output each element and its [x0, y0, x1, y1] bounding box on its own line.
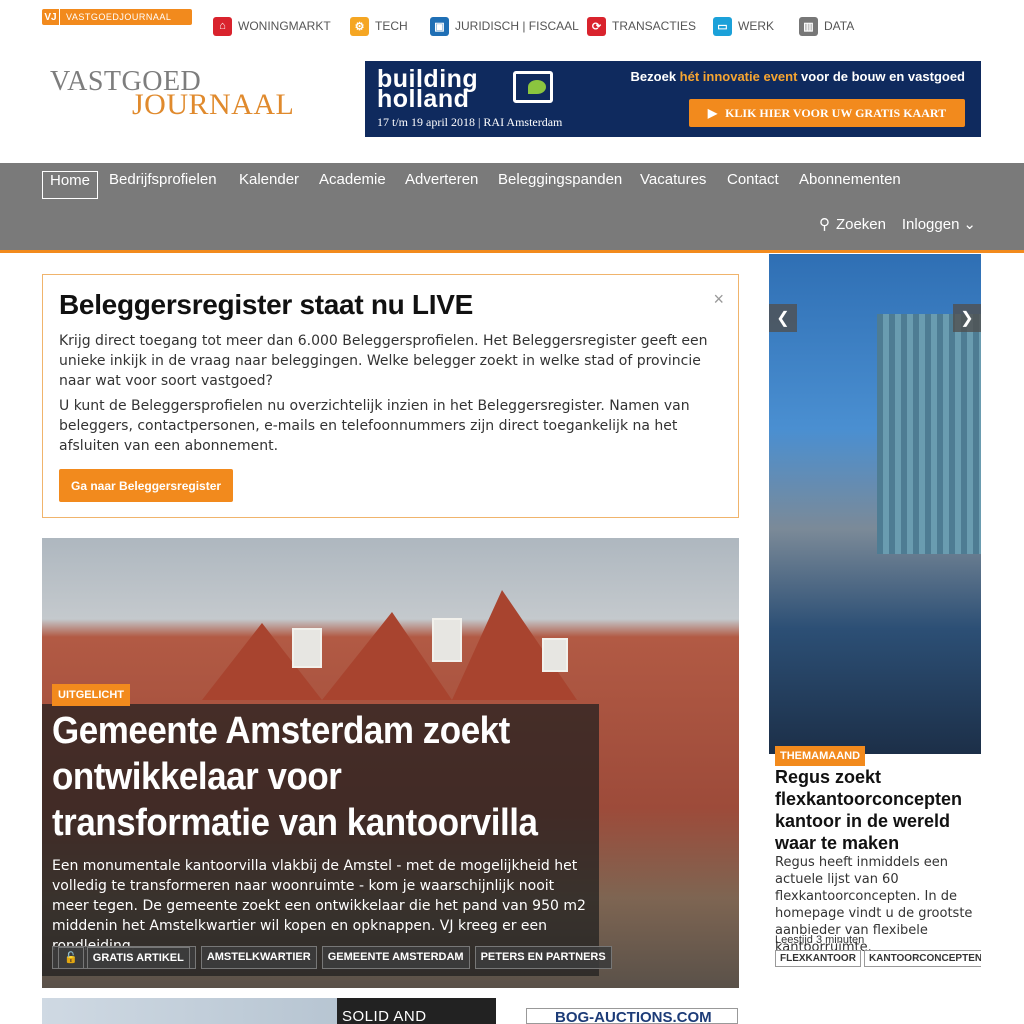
hero-image-window [542, 638, 568, 672]
nav-adverteren[interactable]: Adverteren [398, 171, 485, 199]
tag-gemeente-amsterdam[interactable]: GEMEENTE AMSTERDAM [321, 946, 470, 969]
chevron-left-icon[interactable]: ❮ [769, 304, 797, 332]
category-tech[interactable]: ⚙ TECH [350, 15, 408, 37]
category-label: TRANSACTIES [612, 19, 697, 33]
search-icon: ⚲ [818, 216, 830, 233]
gear-icon: ⚙ [350, 16, 369, 36]
category-woningmarkt[interactable]: ⌂ WONINGMARKT [213, 15, 331, 37]
category-label: JURIDISCH | FISCAAL [455, 19, 579, 33]
category-label: WERK [738, 19, 774, 33]
chevron-down-icon: ⌄ [963, 216, 976, 233]
slider-tag-list: FLEXKANTOOR KANTOORCONCEPTEN [775, 950, 981, 967]
category-label: WONINGMARKT [238, 19, 331, 33]
vj-label: VASTGOEDJOURNAAL [66, 12, 172, 22]
banner-ad[interactable]: building holland 17 t/m 19 april 2018 | … [365, 61, 981, 137]
tag-flexkantoor[interactable]: FLEXKANTOOR [775, 950, 861, 967]
category-juridisch-fiscaal[interactable]: ▣ JURIDISCH | FISCAAL [430, 15, 579, 37]
category-label: DATA [824, 19, 855, 33]
hero-image-roof [202, 590, 577, 700]
beleggersregister-notice: × Beleggersregister staat nu LIVE Krijg … [42, 274, 739, 518]
house-icon: ⌂ [213, 16, 232, 36]
featured-tag[interactable]: UITGELICHT [52, 684, 130, 706]
category-data[interactable]: ▥ DATA [799, 15, 854, 37]
logo-line-2: JOURNAAL [132, 88, 295, 121]
notice-paragraph: U kunt de Beleggersprofielen nu overzich… [59, 398, 690, 454]
teaser-title: SOLID AND INSPIRED [342, 1008, 427, 1024]
banner-tagline: Bezoek hét innovatie event voor de bouw … [630, 69, 965, 84]
category-label: TECH [375, 19, 408, 33]
teaser-solid-and-inspired[interactable]: SOLID AND INSPIRED [42, 998, 496, 1024]
tag-amstelkwartier[interactable]: AMSTELKWARTIER [200, 946, 317, 969]
notice-paragraph: Krijg direct toegang tot meer dan 6.000 … [59, 333, 708, 389]
tag-peters-en-partners[interactable]: PETERS EN PARTNERS [474, 946, 612, 969]
main-navigation: Home Bedrijfsprofielen Kalender Academie… [0, 163, 1024, 253]
teaser-title: BOG-AUCTIONS.COM [555, 1009, 712, 1024]
nav-vacatures[interactable]: Vacatures [633, 171, 713, 199]
nav-home[interactable]: Home [42, 171, 99, 199]
hero-image-window [432, 618, 462, 662]
chevron-right-icon: ▶ [707, 105, 718, 120]
hero-title[interactable]: Gemeente Amsterdam zoekt ontwikkelaar vo… [52, 708, 549, 846]
article-slider: ❮ ❯ THEMAMAAND Regus zoekt flexkantoorco… [769, 254, 981, 1024]
search-button[interactable]: ⚲ Zoeken [818, 215, 886, 234]
nav-academie[interactable]: Academie [312, 171, 393, 199]
slider-image-building [877, 314, 981, 554]
nav-contact[interactable]: Contact [720, 171, 786, 199]
tag-kantoorconcepten[interactable]: KANTOORCONCEPTEN [863, 950, 981, 967]
teaser-bog-auctions[interactable]: BOG-AUCTIONS.COM [526, 1008, 738, 1024]
hero-tag-list: 🔓 GRATIS ARTIKEL AMSTELKWARTIER GEMEENTE… [52, 946, 612, 969]
tag-gratis-artikel[interactable]: 🔓 GRATIS ARTIKEL [52, 946, 196, 969]
beleggersregister-button[interactable]: Ga naar Beleggersregister [59, 469, 234, 502]
hero-image-window [292, 628, 322, 668]
slider-meta: Leestijd 3 minuten [775, 934, 865, 946]
banner-brand: building holland [377, 65, 479, 113]
slider-tag[interactable]: THEMAMAAND [775, 746, 866, 766]
banner-cta-button[interactable]: ▶ KLIK HIER VOOR UW GRATIS KAART [689, 99, 965, 127]
leaf-logo-icon [513, 71, 553, 103]
wallet-icon: ▣ [430, 16, 449, 36]
bar-chart-icon: ▥ [799, 16, 818, 36]
nav-abonnementen[interactable]: Abonnementen [792, 171, 908, 199]
vj-badge: VJ [42, 9, 60, 25]
notice-title: Beleggersregister staat nu LIVE [59, 289, 473, 320]
close-icon[interactable]: × [713, 289, 724, 310]
top-category-bar: VJ VASTGOEDJOURNAAL ⌂ WONINGMARKT ⚙ TECH… [0, 0, 1024, 56]
site-logo[interactable]: VASTGOED JOURNAAL [50, 66, 330, 126]
nav-kalender[interactable]: Kalender [232, 171, 306, 199]
nav-bedrijfsprofielen[interactable]: Bedrijfsprofielen [102, 171, 224, 199]
chevron-right-icon[interactable]: ❯ [953, 304, 981, 332]
unlock-icon: 🔓 [58, 947, 84, 969]
category-transacties[interactable]: ⟳ TRANSACTIES [587, 15, 696, 37]
hero-lead: Een monumentale kantoorvilla vlakbij de … [52, 858, 586, 954]
refresh-icon: ⟳ [587, 16, 606, 36]
login-dropdown[interactable]: Inloggen ⌄ [902, 215, 976, 234]
slider-title[interactable]: Regus zoekt flexkantoorconcepten kantoor… [775, 766, 975, 854]
monitor-icon: ▭ [713, 16, 732, 36]
featured-article[interactable]: UITGELICHT Gemeente Amsterdam zoekt ontw… [42, 538, 739, 988]
vj-brand-tab[interactable]: VJ VASTGOEDJOURNAAL [42, 9, 192, 25]
nav-beleggingspanden[interactable]: Beleggingspanden [491, 171, 629, 199]
banner-dates: 17 t/m 19 april 2018 | RAI Amsterdam [377, 115, 563, 129]
category-werk[interactable]: ▭ WERK [713, 15, 774, 37]
